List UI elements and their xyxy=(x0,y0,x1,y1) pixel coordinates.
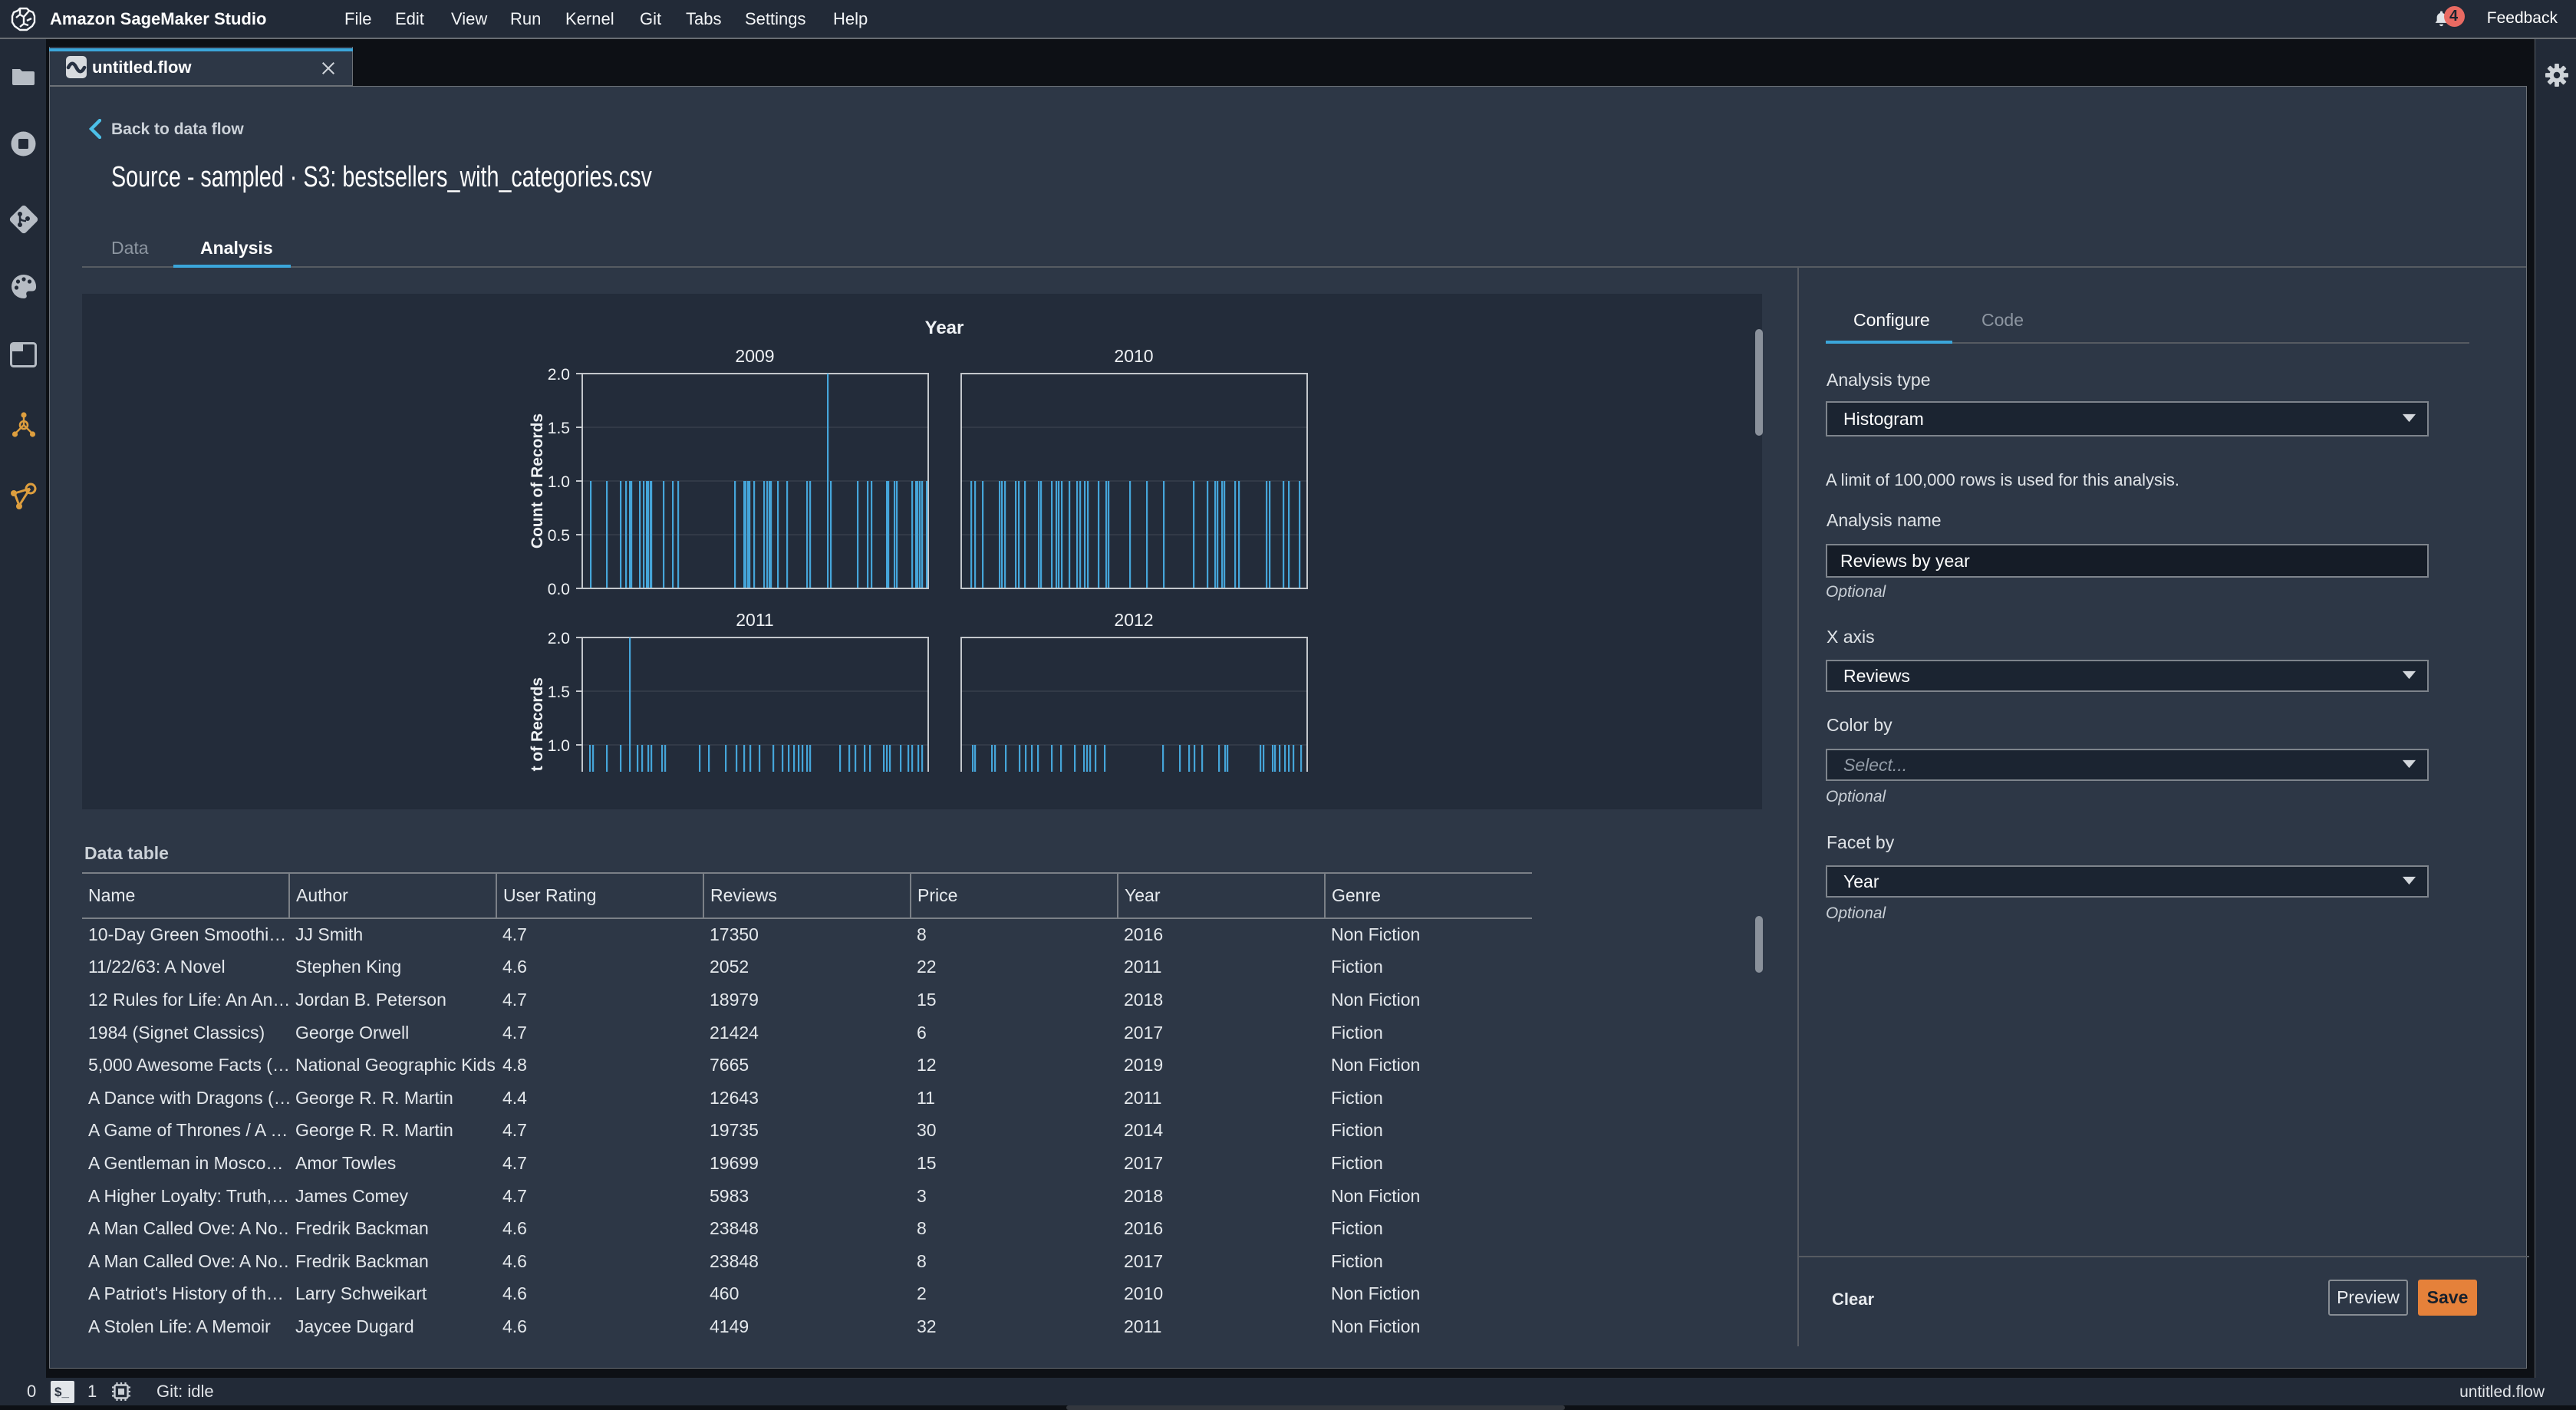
svg-text:1.0: 1.0 xyxy=(548,473,570,491)
svg-text:Year: Year xyxy=(925,318,964,338)
svg-text:2009: 2009 xyxy=(735,346,774,366)
svg-text:0.0: 0.0 xyxy=(548,581,570,598)
svg-text:2010: 2010 xyxy=(1114,346,1153,366)
svg-text:2012: 2012 xyxy=(1114,610,1153,630)
svg-text:1.5: 1.5 xyxy=(548,684,570,701)
svg-text:1.5: 1.5 xyxy=(548,420,570,437)
svg-text:0.5: 0.5 xyxy=(548,527,570,545)
svg-text:1.0: 1.0 xyxy=(548,737,570,755)
svg-text:2.0: 2.0 xyxy=(548,366,570,384)
svg-text:2011: 2011 xyxy=(736,610,773,630)
svg-text:Count of Records: Count of Records xyxy=(529,413,546,549)
svg-text:Count of Records: Count of Records xyxy=(529,677,546,772)
svg-text:2.0: 2.0 xyxy=(548,630,570,647)
